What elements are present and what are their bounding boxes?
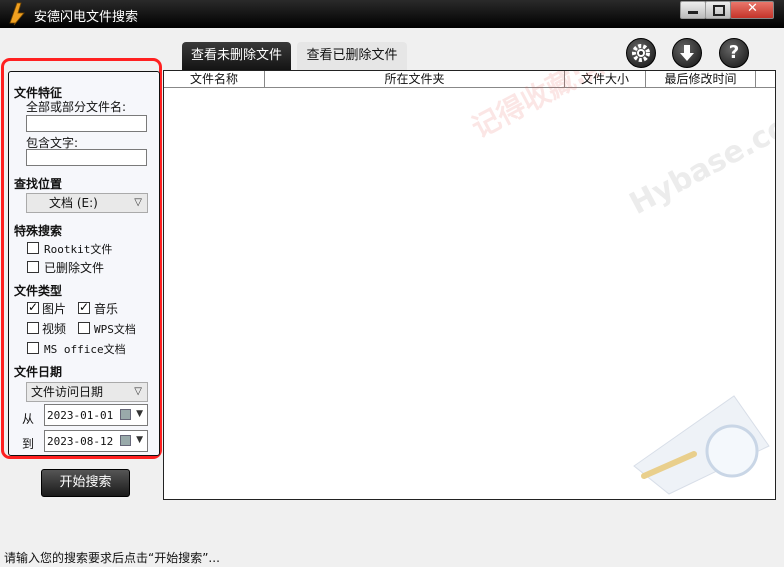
checkbox-ms-office[interactable] bbox=[27, 342, 39, 354]
location-heading: 查找位置 bbox=[14, 177, 63, 191]
from-date-picker[interactable]: 2023-01-01 ▼ bbox=[44, 404, 148, 426]
calendar-icon bbox=[120, 409, 131, 420]
date-type-value: 文件访问日期 bbox=[31, 385, 104, 399]
from-label: 从 bbox=[22, 412, 35, 426]
to-date-picker[interactable]: 2023-08-12 ▼ bbox=[44, 430, 148, 452]
chevron-down-icon: ▽ bbox=[134, 386, 142, 397]
to-date-value: 2023-08-12 bbox=[47, 435, 114, 448]
tab-undeleted-files[interactable]: 查看未删除文件 bbox=[182, 42, 291, 72]
special-search-heading: 特殊搜索 bbox=[14, 224, 63, 238]
help-icon: ? bbox=[728, 42, 740, 63]
watermark-text-2: Hybase.com bbox=[624, 94, 776, 222]
chevron-down-icon: ▼ bbox=[136, 409, 143, 419]
column-filename[interactable]: 文件名称 bbox=[164, 71, 265, 87]
download-icon bbox=[680, 45, 694, 61]
close-button[interactable]: ✕ bbox=[730, 1, 774, 19]
column-modified[interactable]: 最后修改时间 bbox=[646, 71, 756, 87]
wps-label: WPS文档 bbox=[94, 323, 136, 336]
ms-office-label: MS office文档 bbox=[44, 343, 126, 356]
checkbox-music[interactable] bbox=[78, 300, 90, 314]
maximize-icon bbox=[713, 5, 725, 16]
checkbox-image[interactable] bbox=[27, 300, 39, 314]
checkbox-video[interactable] bbox=[27, 322, 39, 334]
file-date-heading: 文件日期 bbox=[14, 365, 63, 379]
filename-label: 全部或部分文件名: bbox=[26, 100, 127, 114]
start-search-button[interactable]: 开始搜索 bbox=[41, 469, 130, 497]
gear-icon bbox=[632, 44, 650, 62]
magnifier-illustration-icon bbox=[633, 395, 770, 495]
to-label: 到 bbox=[22, 437, 35, 451]
chevron-down-icon: ▽ bbox=[134, 197, 142, 208]
tab-deleted-files[interactable]: 查看已删除文件 bbox=[297, 42, 407, 72]
content-input[interactable] bbox=[26, 149, 147, 166]
deleted-files-label: 已删除文件 bbox=[44, 261, 105, 275]
date-type-dropdown[interactable]: 文件访问日期 ▽ bbox=[26, 382, 148, 402]
results-header: 文件名称 所在文件夹 文件大小 最后修改时间 bbox=[164, 71, 775, 88]
lightning-logo-icon bbox=[9, 2, 25, 26]
checkbox-wps[interactable] bbox=[78, 322, 90, 334]
title-bar: 安德闪电文件搜索 ✕ bbox=[0, 0, 784, 28]
close-icon: ✕ bbox=[747, 1, 758, 16]
video-label: 视频 bbox=[42, 322, 67, 336]
maximize-button[interactable] bbox=[705, 1, 731, 19]
download-button[interactable] bbox=[672, 38, 702, 68]
minimize-button[interactable] bbox=[680, 1, 706, 19]
rootkit-label: Rootkit文件 bbox=[44, 243, 113, 256]
location-value: 文档 (E:) bbox=[49, 196, 98, 210]
calendar-icon bbox=[120, 435, 131, 446]
location-dropdown[interactable]: 文档 (E:) ▽ bbox=[26, 193, 148, 213]
window-title: 安德闪电文件搜索 bbox=[34, 10, 139, 25]
status-text: 请输入您的搜索要求后点击“开始搜索”... bbox=[4, 551, 220, 565]
from-date-value: 2023-01-01 bbox=[47, 409, 114, 422]
checkbox-rootkit[interactable] bbox=[27, 242, 39, 254]
chevron-down-icon: ▼ bbox=[136, 435, 143, 445]
results-list[interactable]: 文件名称 所在文件夹 文件大小 最后修改时间 记得收藏:黑域基地 Hybase.… bbox=[163, 70, 776, 500]
help-button[interactable]: ? bbox=[719, 38, 749, 68]
minimize-icon bbox=[688, 11, 698, 14]
checkbox-deleted-files[interactable] bbox=[27, 261, 39, 273]
filename-input[interactable] bbox=[26, 115, 147, 132]
settings-button[interactable] bbox=[626, 38, 656, 68]
image-label: 图片 bbox=[42, 302, 67, 316]
file-type-heading: 文件类型 bbox=[14, 284, 63, 298]
music-label: 音乐 bbox=[94, 302, 119, 316]
